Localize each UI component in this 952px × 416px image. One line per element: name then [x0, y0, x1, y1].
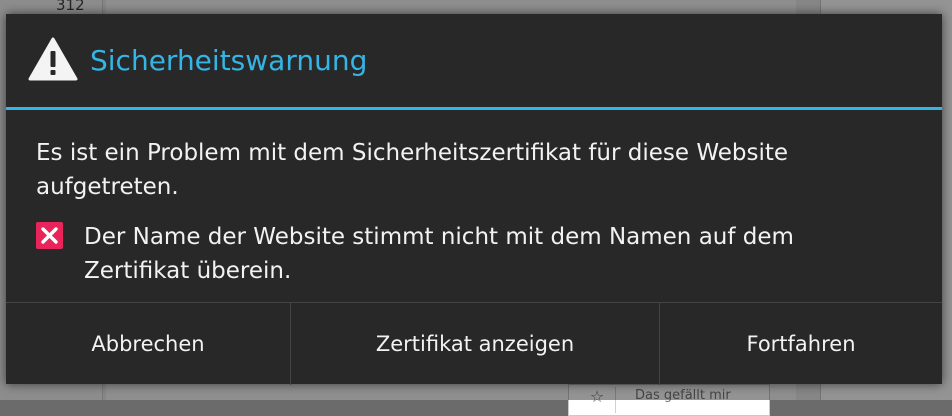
view-certificate-button[interactable]: Zertifikat anzeigen — [291, 303, 660, 385]
error-x-icon — [36, 222, 63, 249]
security-warning-dialog: Sicherheitswarnung Es ist ein Problem mi… — [6, 14, 942, 385]
cancel-button[interactable]: Abbrechen — [6, 303, 291, 385]
dialog-header: Sicherheitswarnung — [6, 14, 942, 110]
dialog-message: Es ist ein Problem mit dem Sicherheitsze… — [36, 140, 789, 200]
certificate-error-text: Der Name der Website stimmt nicht mit de… — [84, 224, 794, 284]
certificate-error-item: Der Name der Website stimmt nicht mit de… — [36, 218, 926, 290]
warning-icon — [28, 37, 78, 81]
dialog-button-bar: Abbrechen Zertifikat anzeigen Fortfahren — [6, 302, 942, 385]
continue-button[interactable]: Fortfahren — [660, 303, 942, 385]
dialog-title: Sicherheitswarnung — [90, 44, 368, 77]
